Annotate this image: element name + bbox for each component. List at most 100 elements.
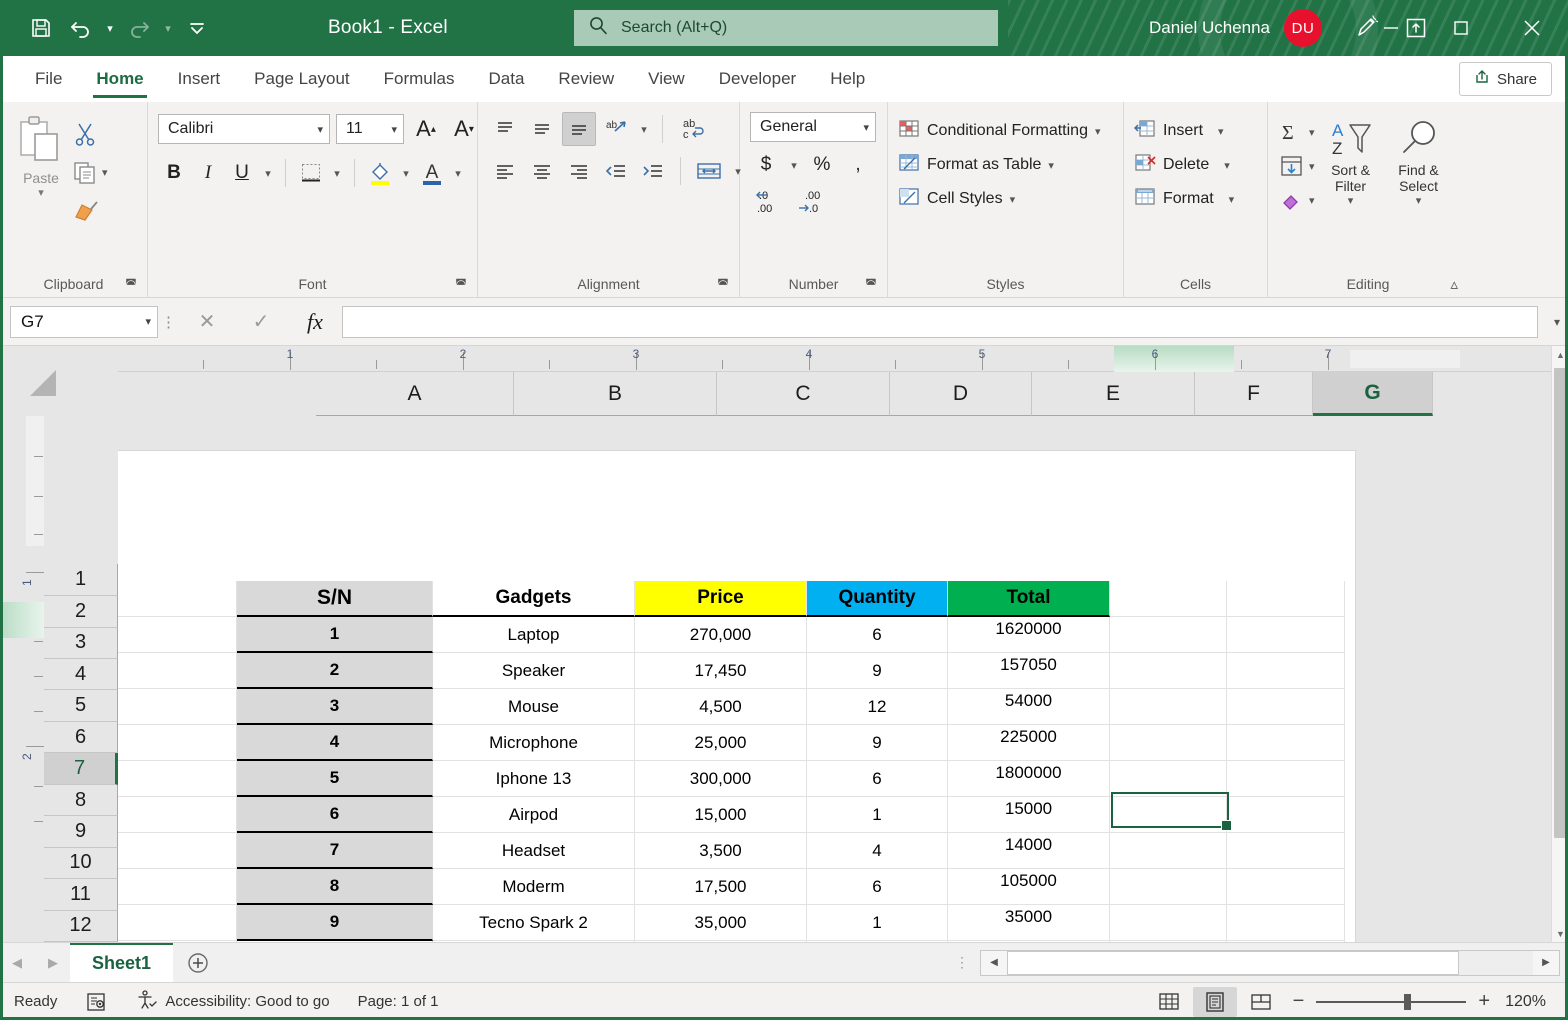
customize-qat-icon[interactable] bbox=[178, 10, 216, 46]
cell-B9[interactable]: 8 bbox=[237, 869, 433, 905]
cell-A1[interactable] bbox=[118, 581, 237, 617]
tab-file[interactable]: File bbox=[18, 56, 79, 102]
next-sheet-arrow-icon[interactable]: ▶ bbox=[48, 955, 58, 971]
font-color-button[interactable]: A bbox=[416, 156, 448, 190]
cell-G6[interactable] bbox=[1110, 761, 1227, 797]
fill-color-button[interactable] bbox=[364, 156, 396, 190]
wrap-text-button[interactable]: abc bbox=[673, 112, 713, 146]
insert-function-button[interactable]: fx bbox=[288, 306, 342, 338]
previous-sheet-arrow-icon[interactable]: ◀ bbox=[12, 955, 22, 971]
tab-page-layout[interactable]: Page Layout bbox=[237, 56, 366, 102]
font-color-chevron-down-icon[interactable]: ▾ bbox=[450, 156, 466, 190]
page-layout-view-button[interactable] bbox=[1193, 987, 1237, 1017]
cell-G3[interactable] bbox=[1110, 653, 1227, 689]
tab-formulas[interactable]: Formulas bbox=[367, 56, 472, 102]
font-dialog-launcher[interactable]: ◚ bbox=[453, 276, 469, 292]
cell-B6[interactable]: 5 bbox=[237, 761, 433, 797]
number-dialog-launcher[interactable]: ◚ bbox=[863, 276, 879, 292]
cell-A10[interactable] bbox=[118, 905, 237, 941]
copy-button[interactable]: ▾ bbox=[72, 154, 108, 190]
redo-dropdown-chevron-icon[interactable]: ▾ bbox=[160, 10, 176, 46]
cell-F8[interactable]: 14000 bbox=[948, 833, 1110, 869]
cell-B4[interactable]: 3 bbox=[237, 689, 433, 725]
search-input[interactable]: Search (Alt+Q) bbox=[574, 10, 998, 46]
cell-E11[interactable] bbox=[807, 941, 948, 942]
cell-H10[interactable] bbox=[1227, 905, 1345, 941]
font-family-input[interactable]: Calibri ▾ bbox=[158, 114, 330, 144]
cell-C2[interactable]: Laptop bbox=[433, 617, 635, 653]
font-family-chevron-down-icon[interactable]: ▾ bbox=[317, 123, 323, 136]
conditional-formatting-chevron-down-icon[interactable]: ▾ bbox=[1095, 125, 1101, 138]
column-header-G[interactable]: G bbox=[1313, 372, 1433, 416]
clear-chevron-down-icon[interactable]: ▾ bbox=[1309, 194, 1315, 207]
merge-and-center-button[interactable] bbox=[691, 154, 727, 188]
decrease-font-size-icon[interactable]: A▾ bbox=[448, 112, 480, 146]
increase-indent-button[interactable] bbox=[636, 154, 670, 188]
cell-H8[interactable] bbox=[1227, 833, 1345, 869]
page-break-preview-button[interactable] bbox=[1239, 987, 1283, 1017]
delete-cells-button[interactable]: Delete ▾ bbox=[1134, 148, 1230, 182]
cell-E7[interactable]: 1 bbox=[807, 797, 948, 833]
column-header-B[interactable]: B bbox=[514, 372, 717, 416]
name-box-chevron-down-icon[interactable]: ▾ bbox=[145, 315, 151, 328]
cell-B3[interactable]: 2 bbox=[237, 653, 433, 689]
zoom-level-label[interactable]: 120% bbox=[1502, 993, 1554, 1011]
cell-A8[interactable] bbox=[118, 833, 237, 869]
column-header-E[interactable]: E bbox=[1032, 372, 1195, 416]
cell-D2[interactable]: 270,000 bbox=[635, 617, 807, 653]
accounting-chevron-down-icon[interactable]: ▾ bbox=[786, 148, 802, 182]
cell-G8[interactable] bbox=[1110, 833, 1227, 869]
fill-button[interactable]: ▾ bbox=[1278, 150, 1315, 182]
cell-G11[interactable] bbox=[1110, 941, 1227, 942]
horizontal-scrollbar[interactable]: ◀ ▶ bbox=[980, 950, 1560, 976]
accessibility-status[interactable]: Accessibility: Good to go bbox=[121, 989, 343, 1015]
cell-styles-chevron-down-icon[interactable]: ▾ bbox=[1010, 193, 1016, 206]
cell-A3[interactable] bbox=[118, 653, 237, 689]
row-header-12[interactable]: 12 bbox=[44, 911, 118, 942]
sort-filter-chevron-down-icon[interactable]: ▾ bbox=[1348, 194, 1354, 207]
cut-button[interactable] bbox=[72, 116, 108, 152]
cell-C3[interactable]: Speaker bbox=[433, 653, 635, 689]
increase-font-size-icon[interactable]: A▴ bbox=[410, 112, 442, 146]
cell-E6[interactable]: 6 bbox=[807, 761, 948, 797]
column-header-F[interactable]: F bbox=[1195, 372, 1313, 416]
undo-dropdown-chevron-icon[interactable]: ▾ bbox=[102, 10, 118, 46]
cell-A11[interactable] bbox=[118, 941, 237, 942]
select-all-corner[interactable] bbox=[0, 346, 118, 416]
cell-H3[interactable] bbox=[1227, 653, 1345, 689]
cell-H7[interactable] bbox=[1227, 797, 1345, 833]
conditional-formatting-button[interactable]: Conditional Formatting ▾ bbox=[898, 114, 1101, 148]
cell-B10[interactable]: 9 bbox=[237, 905, 433, 941]
column-header-D[interactable]: D bbox=[890, 372, 1032, 416]
number-format-select[interactable]: General ▾ bbox=[750, 112, 876, 142]
insert-cells-button[interactable]: Insert ▾ bbox=[1134, 114, 1224, 148]
cell-B5[interactable]: 4 bbox=[237, 725, 433, 761]
cell-G4[interactable] bbox=[1110, 689, 1227, 725]
align-middle-button[interactable] bbox=[525, 112, 559, 146]
cancel-formula-button[interactable]: ✕ bbox=[180, 306, 234, 338]
cell-D7[interactable]: 15,000 bbox=[635, 797, 807, 833]
orientation-chevron-down-icon[interactable]: ▾ bbox=[636, 112, 652, 146]
format-as-table-chevron-down-icon[interactable]: ▾ bbox=[1048, 159, 1054, 172]
maximize-button[interactable] bbox=[1426, 0, 1496, 56]
cell-C4[interactable]: Mouse bbox=[433, 689, 635, 725]
align-left-button[interactable] bbox=[488, 154, 522, 188]
cell-C8[interactable]: Headset bbox=[433, 833, 635, 869]
align-bottom-button[interactable] bbox=[562, 112, 596, 146]
save-icon[interactable] bbox=[22, 10, 60, 46]
minimize-button[interactable] bbox=[1356, 0, 1426, 56]
decrease-decimal-button[interactable]: .00.0 bbox=[794, 184, 834, 218]
row-header-8[interactable]: 8 bbox=[44, 785, 118, 816]
recording-macro-button[interactable] bbox=[71, 991, 121, 1013]
format-chevron-down-icon[interactable]: ▾ bbox=[1229, 193, 1235, 206]
copy-chevron-down-icon[interactable]: ▾ bbox=[102, 166, 108, 179]
zoom-in-button[interactable]: + bbox=[1478, 990, 1490, 1013]
format-cells-button[interactable]: Format ▾ bbox=[1134, 182, 1234, 216]
underline-button[interactable]: U bbox=[226, 156, 258, 190]
tab-help[interactable]: Help bbox=[813, 56, 882, 102]
borders-button[interactable] bbox=[295, 156, 327, 190]
redo-icon[interactable] bbox=[120, 10, 158, 46]
cell-F9[interactable]: 105000 bbox=[948, 869, 1110, 905]
cell-D11[interactable] bbox=[635, 941, 807, 942]
row-header-1[interactable]: 1 bbox=[44, 564, 118, 596]
